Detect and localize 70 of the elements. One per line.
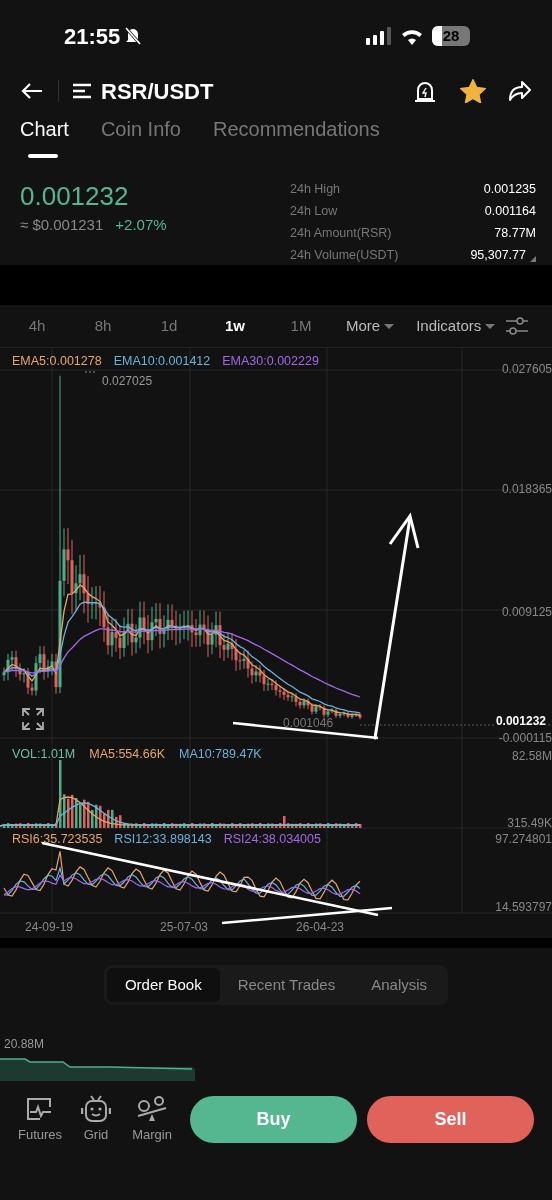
stat-label: 24h High [290,181,341,199]
tab[interactable]: Coin Info [100,114,181,158]
axis-label: 0.018365 [501,481,552,498]
stat-value: 95,307.77 [470,247,526,265]
timeframe-tab[interactable]: 8h [74,314,132,338]
axis-label: 82.58M [511,748,552,765]
price-marker: 0.027025 [102,373,153,390]
chart-icon [26,1097,54,1121]
axis-label: -0.000115 [498,730,552,747]
caret-icon [485,323,496,329]
stat-label: 24h Volume(USDT) [290,247,399,265]
high-marker-line [84,371,96,373]
axis-label: 0.009125 [501,604,552,621]
alarm-icon[interactable] [414,79,436,104]
depth-label: 20.88M [4,1036,45,1053]
tab[interactable]: Chart [20,114,69,158]
shortcut-button[interactable]: Futures [18,1095,62,1145]
back-arrow-icon[interactable] [20,82,44,101]
segment-tab[interactable]: Analysis [353,968,446,1002]
star-icon[interactable] [460,79,486,104]
wifi-icon [400,27,424,46]
indicator-legend: EMA5:0.001278 [12,352,102,371]
pair-title: RSR/USDT [101,77,214,106]
bell-muted-icon [124,26,143,47]
indicator-legend: VOL:1.01M [12,745,76,764]
sell-button[interactable]: Sell [367,1096,534,1144]
stat-value: 78.77M [494,225,536,243]
indicator-legend: RSI24:38.034005 [223,830,321,849]
balance-icon [137,1096,167,1122]
indicator-legend: MA5:554.66K [89,745,165,764]
indicator-legend: MA10:789.47K [179,745,262,764]
axis-label: 25-07-03 [160,919,209,936]
menu-icon[interactable] [73,83,93,100]
tab[interactable]: Recommendations [212,114,380,158]
axis-label: 0.027605 [501,361,552,378]
usd-price: ≈ $0.001231 [20,215,104,235]
share-icon[interactable] [508,80,532,103]
timeframe-tab[interactable]: 1d [140,314,198,338]
indicator-legend: EMA30:0.002229 [222,352,319,371]
signal-icon [366,27,392,46]
indicator-legend: RSI12:33.898143 [114,830,212,849]
indicator-legend: EMA10:0.001412 [113,352,211,371]
shortcut-button[interactable]: Margin [130,1095,174,1145]
segment-tab[interactable]: Order Book [106,968,220,1002]
dropdown-menu[interactable]: More [346,314,395,338]
timeframe-tab[interactable]: 1M [272,314,330,338]
stat-value: 0.001235 [483,181,536,199]
status-time: 21:55 [64,22,121,51]
fullscreen-icon[interactable] [22,708,44,730]
battery-icon: 28 [432,26,470,47]
axis-label: 97.274801 [495,831,552,848]
indicator-legend: RSI6:35.723535 [12,830,103,849]
axis-label: 24-09-19 [25,919,74,936]
timeframe-tab[interactable]: 1w [206,314,264,338]
stat-label: 24h Low [290,203,338,221]
axis-label: 26-04-23 [296,919,345,936]
settings-sliders-icon[interactable] [506,317,528,335]
segment-tab[interactable]: Recent Trades [219,968,354,1002]
caret-icon [384,323,395,329]
last-price: 0.001232 [20,180,130,212]
price-marker: 0.001046 [283,715,334,732]
axis-label: 315.49K [507,815,552,832]
timeframe-tab[interactable]: 4h [8,314,66,338]
price-change: +2.07% [115,215,167,235]
shortcut-button[interactable]: Grid [74,1095,118,1145]
stat-label: 24h Amount(RSR) [290,225,392,243]
dropdown-menu[interactable]: Indicators [416,314,496,338]
axis-label: 14.593797 [495,899,552,916]
robot-icon [81,1095,111,1123]
stat-value: 0.001164 [484,203,536,221]
